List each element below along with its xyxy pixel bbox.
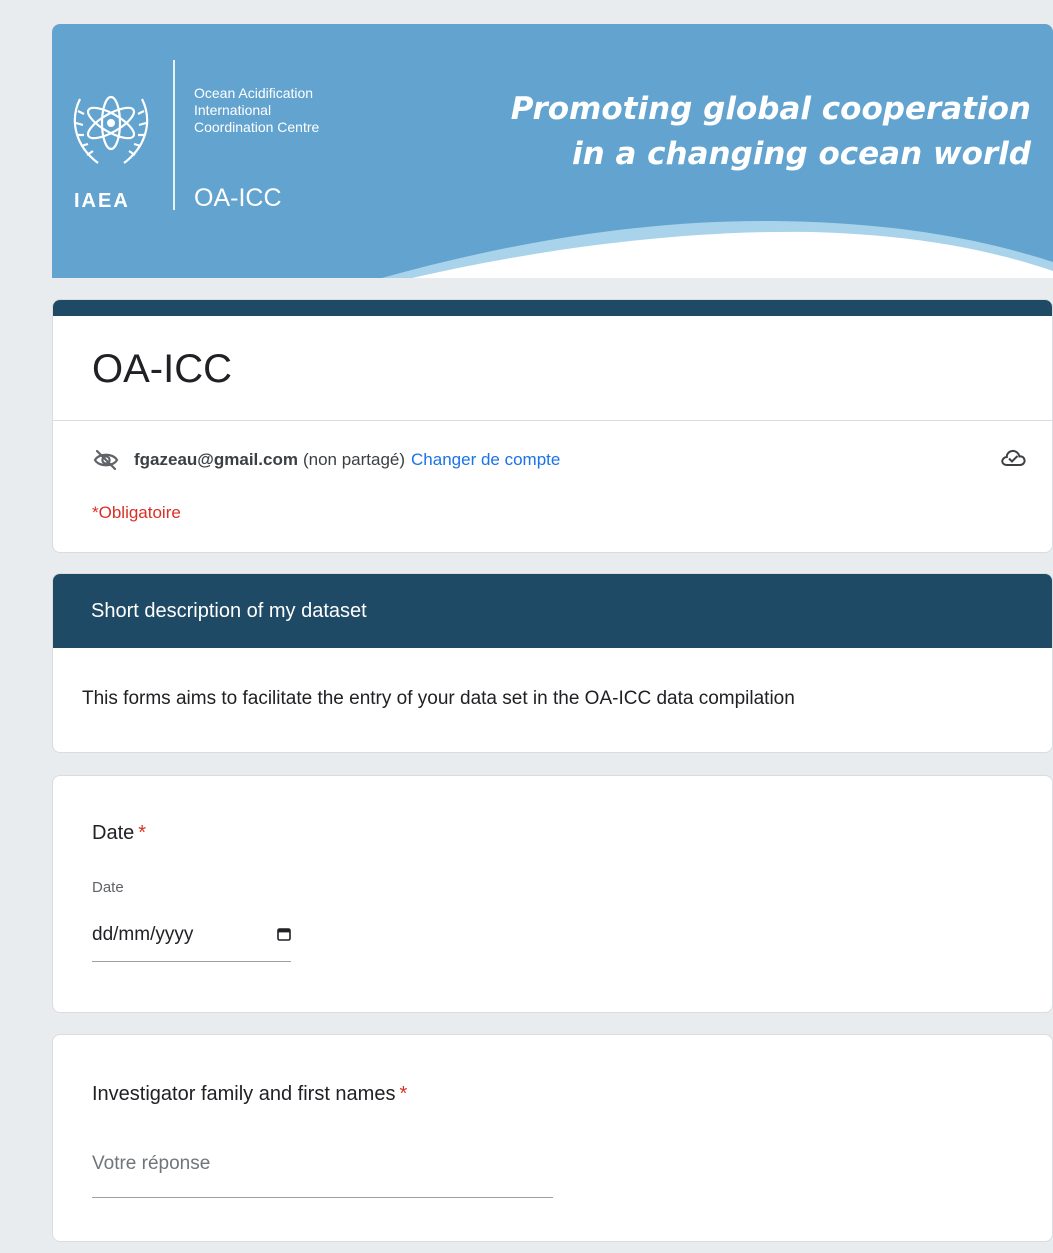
question-title: Date * — [92, 822, 146, 845]
org-name-line: Coordination Centre — [194, 119, 320, 135]
question-title-text: Date — [92, 822, 135, 844]
date-input[interactable]: dd/mm/yyyy — [92, 924, 291, 962]
divider — [53, 420, 1052, 421]
org-name-line: International — [194, 102, 272, 118]
section-title: Short description of my dataset — [53, 574, 1052, 648]
iaea-wordmark: IAEA — [74, 190, 130, 212]
section-card: Short description of my dataset This for… — [52, 573, 1053, 753]
form-title-card: OA-ICC fgazeau@gmail.com (non partagé) C… — [52, 299, 1053, 553]
switch-account-link[interactable]: Changer de compte — [411, 450, 560, 470]
form-header-banner: IAEA Ocean Acidification International C… — [52, 24, 1053, 278]
required-asterisk: * — [138, 822, 147, 844]
required-indicator: *Obligatoire — [92, 503, 181, 522]
question-title-text: Investigator family and first names — [92, 1083, 396, 1105]
question-card-investigator: Investigator family and first names * Vot… — [52, 1034, 1053, 1242]
calendar-icon[interactable] — [277, 927, 291, 941]
logo-divider — [173, 60, 175, 210]
banner-tagline: Promoting global cooperation in a changi… — [511, 87, 1031, 177]
investigator-name-input[interactable]: Votre réponse — [92, 1153, 553, 1198]
theme-accent-bar — [53, 300, 1052, 316]
account-row: fgazeau@gmail.com (non partagé) Changer … — [92, 448, 560, 472]
eye-off-icon — [93, 449, 119, 471]
required-asterisk: * — [399, 1083, 408, 1105]
date-sublabel: Date — [92, 879, 124, 896]
org-name: Ocean Acidification International Coordi… — [194, 85, 319, 136]
org-name-line: Ocean Acidification — [194, 85, 314, 101]
question-title: Investigator family and first names * — [92, 1083, 407, 1106]
section-description: This forms aims to facilitate the entry … — [82, 688, 795, 709]
account-email: fgazeau@gmail.com — [134, 450, 298, 469]
tagline-line: in a changing ocean world — [571, 136, 1031, 172]
form-title: OA-ICC — [92, 347, 232, 391]
account-shared-note: (non partagé) — [302, 450, 406, 469]
question-card-date: Date * Date dd/mm/yyyy — [52, 775, 1053, 1013]
org-abbreviation: OA-ICC — [194, 184, 282, 212]
tagline-line: Promoting global cooperation — [510, 91, 1031, 127]
date-placeholder: dd/mm/yyyy — [92, 924, 194, 945]
iaea-emblem-icon — [73, 95, 149, 164]
cloud-check-icon — [1001, 449, 1026, 466]
